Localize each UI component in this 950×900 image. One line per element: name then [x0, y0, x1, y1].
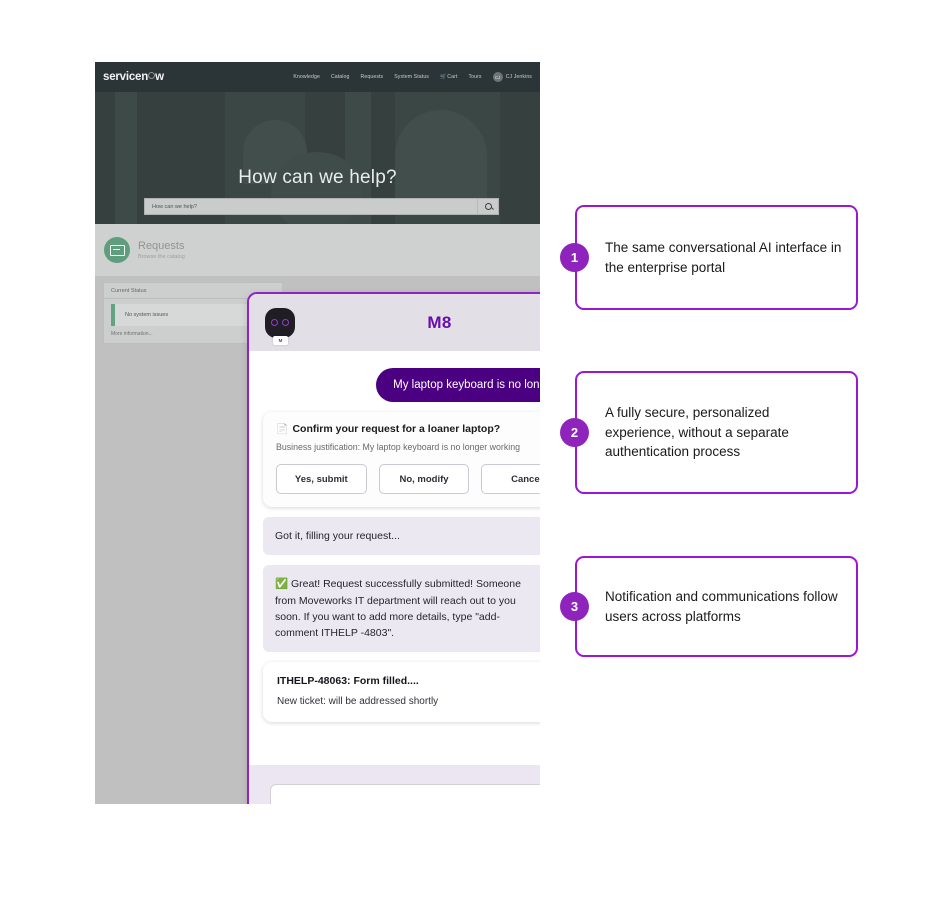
- check-mark-icon: ✅: [275, 578, 289, 591]
- portal-top-nav: servicen w Knowledge Catalog Requests Sys…: [95, 62, 540, 92]
- search-button[interactable]: [477, 199, 498, 214]
- nav-user-menu[interactable]: CJ CJ Jenkins: [492, 72, 532, 82]
- nav-item-knowledge[interactable]: Knowledge: [293, 74, 320, 80]
- message-row-ticket-card: ITHELP-48063: Form filled.... New ticket…: [263, 662, 540, 723]
- hero-decor-shape: [115, 92, 137, 224]
- confirm-card-title-row: 📄 Confirm your request for a loaner lapt…: [276, 423, 540, 435]
- portal-search-bar[interactable]: How can we help?: [144, 198, 499, 215]
- yes-submit-button[interactable]: Yes, submit: [276, 464, 367, 494]
- ticket-card-title: ITHELP-48063: Form filled....: [277, 675, 419, 688]
- requests-card-title: Requests: [138, 240, 185, 252]
- hero-title: How can we help?: [238, 167, 397, 188]
- chat-footer: Type a new message: [249, 765, 540, 804]
- bot-badge: M: [273, 335, 288, 345]
- callout-2: 2 A fully secure, personalized experienc…: [560, 371, 858, 494]
- callout-1: 1 The same conversational AI interface i…: [560, 205, 858, 310]
- servicenow-portal-screenshot: servicen w Knowledge Catalog Requests Sys…: [95, 62, 540, 804]
- message-row-bot-1: Got it, filling your request...: [263, 517, 540, 556]
- bot-avatar-wrapper: M: [265, 307, 297, 345]
- nav-item-requests[interactable]: Requests: [361, 74, 384, 80]
- nav-item-catalog[interactable]: Catalog: [331, 74, 350, 80]
- callout-2-number: 2: [560, 418, 589, 447]
- bot-eye-left-icon: [271, 319, 278, 326]
- cart-icon: 🛒: [440, 74, 447, 80]
- document-icon: 📄: [276, 423, 289, 435]
- callout-2-text: A fully secure, personalized experience,…: [605, 405, 789, 460]
- confirm-card-buttons: Yes, submit No, modify Cancel: [276, 464, 540, 494]
- nav-item-cart[interactable]: 🛒 Cart: [440, 74, 457, 80]
- nav-user-name: CJ Jenkins: [505, 74, 532, 80]
- logo-text-part1: servicen: [103, 71, 149, 83]
- callout-1-number: 1: [560, 243, 589, 272]
- requests-card-text: Requests Browse the catalog: [138, 240, 185, 260]
- search-icon: [484, 203, 492, 210]
- bot-message-bubble: Got it, filling your request...: [263, 517, 540, 556]
- user-message-bubble: My laptop keyboard is no longer working: [376, 368, 540, 402]
- servicenow-logo: servicen w: [103, 71, 164, 83]
- message-input[interactable]: Type a new message: [269, 784, 540, 804]
- chat-widget: M M8 My laptop keyboard is no longer wor…: [247, 292, 540, 804]
- callout-1-text: The same conversational AI interface in …: [605, 239, 842, 275]
- callout-3: 3 Notification and communications follow…: [560, 556, 858, 657]
- confirm-card-subtitle: Business justification: My laptop keyboa…: [276, 442, 520, 452]
- bot-message-bubble: ✅ Great! Request successfully submitted!…: [263, 565, 540, 653]
- ticket-card-subtitle: New ticket: will be addressed shortly: [277, 696, 439, 708]
- bot-message-text: Great! Request successfully submitted! S…: [275, 578, 521, 640]
- message-row-bot-2: ✅ Great! Request successfully submitted!…: [263, 565, 540, 653]
- chat-header: M M8: [249, 294, 540, 351]
- requests-icon: [104, 237, 130, 263]
- callout-3-text: Notification and communications follow u…: [605, 588, 838, 624]
- portal-hero-banner: How can we help? How can we help?: [95, 92, 540, 224]
- nav-cart-label: Cart: [447, 74, 458, 80]
- nav-item-tours[interactable]: Tours: [468, 74, 481, 80]
- message-row-confirm-card: 📄 Confirm your request for a loaner lapt…: [263, 412, 540, 507]
- bot-avatar-icon: [265, 307, 295, 338]
- ticket-card[interactable]: ITHELP-48063: Form filled.... New ticket…: [263, 662, 540, 723]
- portal-nav-links: Knowledge Catalog Requests System Status…: [293, 72, 532, 82]
- search-input[interactable]: How can we help?: [145, 204, 477, 210]
- chat-message-list: My laptop keyboard is no longer working …: [249, 351, 540, 765]
- message-row-user: My laptop keyboard is no longer working: [263, 361, 540, 402]
- callout-3-number: 3: [560, 592, 589, 621]
- nav-item-system-status[interactable]: System Status: [394, 74, 429, 80]
- avatar: CJ: [492, 72, 503, 82]
- confirm-request-card: 📄 Confirm your request for a loaner lapt…: [263, 412, 540, 507]
- bot-eye-right-icon: [282, 319, 289, 326]
- no-modify-button[interactable]: No, modify: [378, 464, 470, 494]
- cancel-button[interactable]: Cancel: [481, 464, 540, 494]
- confirm-card-title: Confirm your request for a loaner laptop…: [292, 423, 501, 435]
- requests-card-subtitle: Browse the catalog: [138, 254, 185, 260]
- requests-card[interactable]: Requests Browse the catalog: [95, 224, 540, 276]
- logo-text-part2: w: [155, 71, 164, 83]
- status-row-text: No system issues: [125, 312, 169, 318]
